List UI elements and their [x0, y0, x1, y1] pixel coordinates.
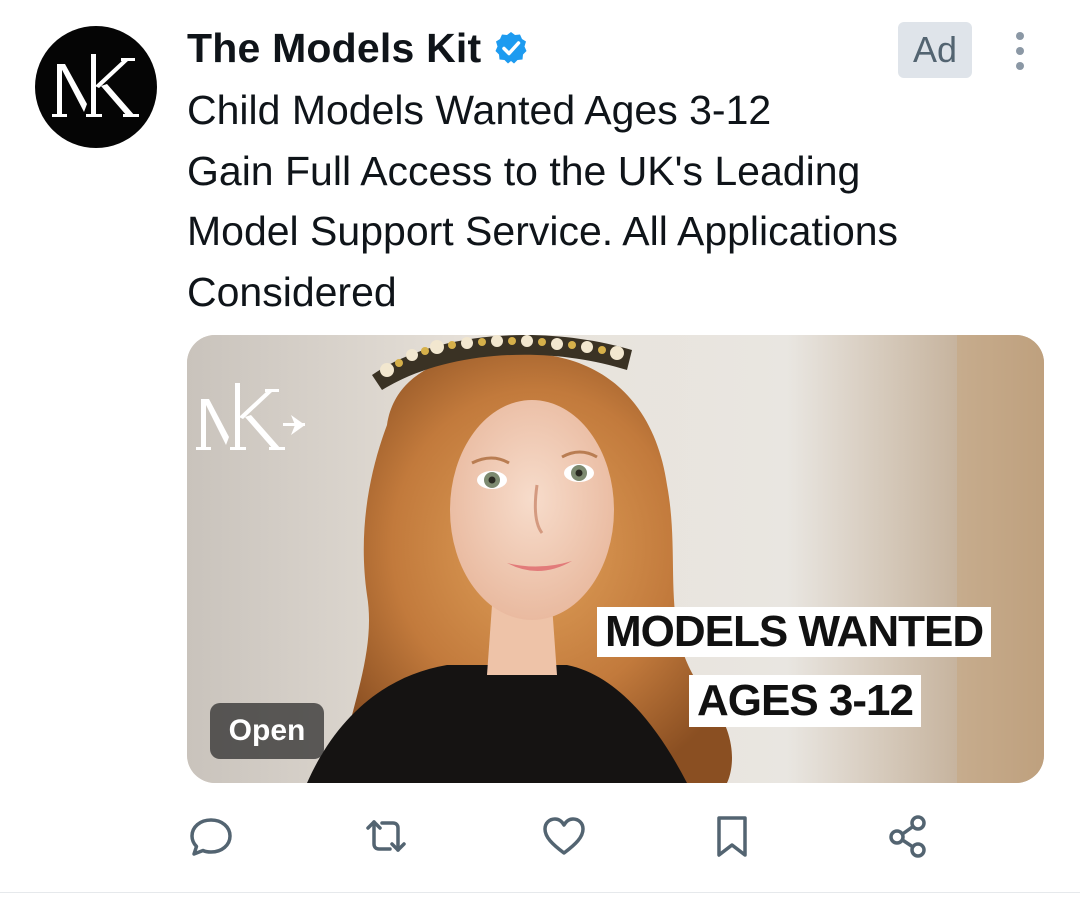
- verified-badge-icon: [493, 30, 529, 66]
- post-text-line: Considered: [187, 268, 397, 315]
- media-logo: [196, 383, 305, 450]
- media-caption-line2: AGES 3-12: [689, 675, 921, 727]
- share-icon[interactable]: [884, 812, 932, 860]
- media-caption-line1: MODELS WANTED: [597, 607, 992, 657]
- post-actions-bar: [0, 812, 1080, 868]
- more-vertical-icon[interactable]: [1008, 30, 1032, 72]
- reply-icon[interactable]: [187, 812, 235, 860]
- author-avatar[interactable]: [35, 26, 157, 148]
- post-header: The Models Kit: [187, 24, 529, 72]
- open-button[interactable]: Open: [210, 703, 324, 759]
- ad-badge: Ad: [898, 22, 972, 78]
- bookmark-icon[interactable]: [708, 812, 756, 860]
- repost-icon[interactable]: [362, 812, 410, 860]
- post-text-line: Child Models Wanted Ages 3-12: [187, 87, 772, 133]
- heart-icon[interactable]: [540, 812, 588, 860]
- post-text-line: Model Support Service. All Applications: [187, 208, 899, 254]
- post-text-line: Gain Full Access to the UK's Leading: [187, 147, 861, 194]
- author-name[interactable]: The Models Kit: [187, 24, 481, 72]
- post-text: Child Models Wanted Ages 3-12 Gain Full …: [187, 80, 1047, 322]
- post-divider: [0, 892, 1080, 893]
- ad-media-card[interactable]: MODELS WANTED AGES 3-12 Open: [187, 335, 1044, 783]
- models-kit-logo: [52, 54, 139, 117]
